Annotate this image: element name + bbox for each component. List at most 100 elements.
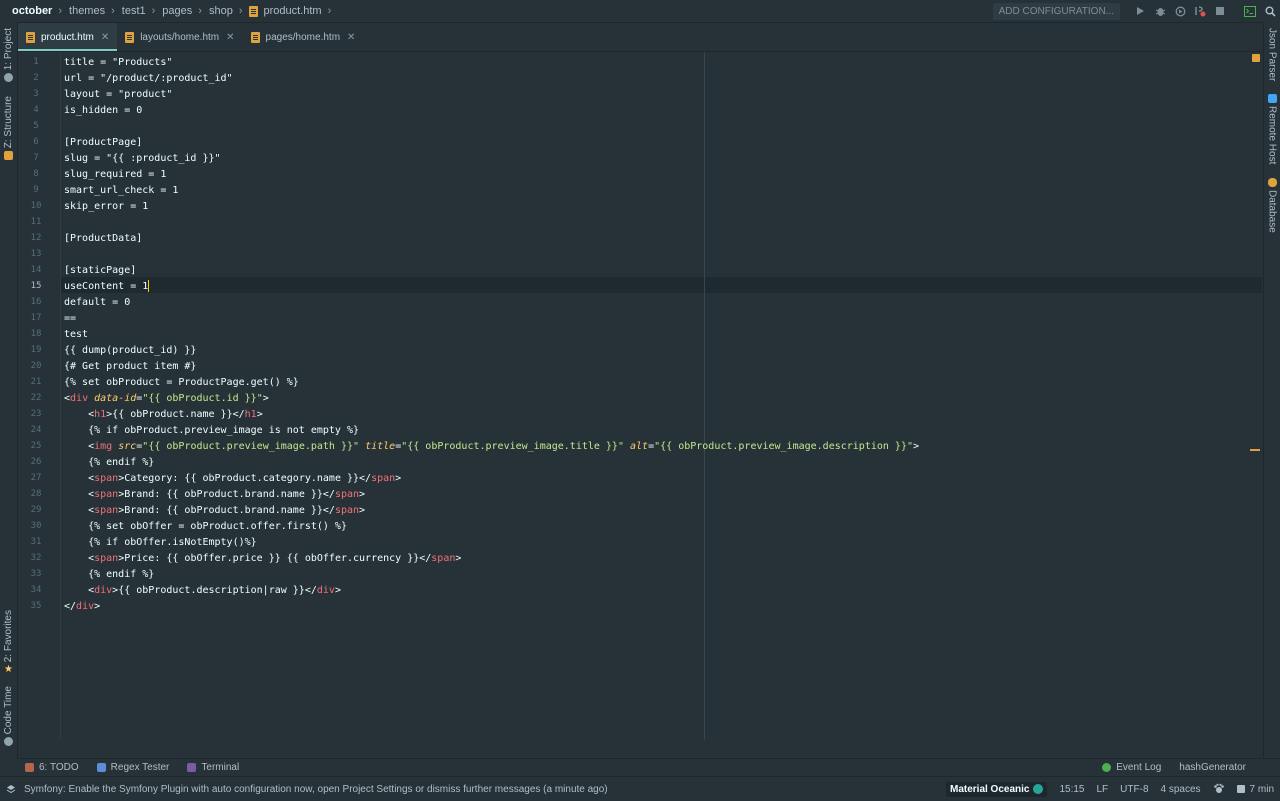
tool-tab-favorites[interactable]: 2: Favorites ★ (0, 610, 17, 675)
code-line[interactable]: 7 slug = "{{ :product_id }}" (18, 150, 1262, 166)
code-text: [staticPage] (64, 264, 137, 276)
code-line[interactable]: 33 {% endif %} (18, 566, 1262, 582)
tab-product-htm[interactable]: product.htm ✕ (18, 23, 118, 51)
code-text: slug_required = 1 (64, 168, 167, 180)
breadcrumb-item[interactable]: october (12, 5, 52, 17)
tool-tab-json-parser[interactable]: Json Parser (1264, 28, 1280, 81)
code-line[interactable]: 27 <span>Category: {{ obProduct.category… (18, 470, 1262, 486)
code-line[interactable]: 32 <span>Price: {{ obOffer.price }} {{ o… (18, 550, 1262, 566)
code-line[interactable]: 2 url = "/product/:product_id" (18, 70, 1262, 86)
line-number: 19 (30, 345, 42, 355)
line-number: 30 (30, 521, 42, 531)
project-icon (4, 73, 13, 83)
code-line[interactable]: 29 <span>Brand: {{ obProduct.brand.name … (18, 502, 1262, 518)
status-message[interactable]: Symfony: Enable the Symfony Plugin with … (6, 784, 608, 795)
tab-pages-home-htm[interactable]: pages/home.htm ✕ (243, 23, 364, 51)
line-number: 13 (30, 249, 42, 259)
stop-icon[interactable] (1212, 3, 1228, 19)
terminal-icon[interactable] (1242, 3, 1258, 19)
breadcrumb-item[interactable]: shop (209, 5, 233, 17)
tool-tab-project[interactable]: 1: Project (0, 28, 17, 83)
coverage-icon[interactable] (1172, 3, 1188, 19)
code-line[interactable]: 30 {% set obOffer = obProduct.offer.firs… (18, 518, 1262, 534)
code-line[interactable]: 15 useContent = 1 (18, 278, 1262, 294)
code-text: <span>Brand: {{ obProduct.brand.name }}<… (64, 504, 366, 516)
line-number: 25 (30, 441, 42, 451)
code-line[interactable]: 1 title = "Products" (18, 54, 1262, 70)
code-text: <span>Price: {{ obOffer.price }} {{ obOf… (64, 552, 462, 564)
close-icon[interactable]: ✕ (101, 32, 109, 43)
code-line[interactable]: 16 default = 0 (18, 294, 1262, 310)
code-line[interactable]: 31 {% if obOffer.isNotEmpty()%} (18, 534, 1262, 550)
caret-position[interactable]: 15:15 (1059, 784, 1084, 795)
code-line[interactable]: 24 {% if obProduct.preview_image is not … (18, 422, 1262, 438)
breadcrumb-item[interactable]: pages (162, 5, 192, 17)
inspector-icon[interactable] (1213, 783, 1225, 795)
indent-setting[interactable]: 4 spaces (1161, 784, 1201, 795)
theme-indicator[interactable]: Material Oceanic (945, 781, 1048, 797)
breadcrumb-item[interactable]: themes (69, 5, 105, 17)
code-line[interactable]: 17 == (18, 310, 1262, 326)
line-ending[interactable]: LF (1097, 784, 1109, 795)
breadcrumb-item-file[interactable]: product.htm (249, 5, 322, 17)
code-line[interactable]: 4 is_hidden = 0 (18, 102, 1262, 118)
code-line[interactable]: 22 <div data-id="{{ obProduct.id }}"> (18, 390, 1262, 406)
tab-layouts-home-htm[interactable]: layouts/home.htm ✕ (117, 23, 242, 51)
tool-tab-remote-host[interactable]: Remote Host (1264, 94, 1280, 164)
event-log-icon (1102, 762, 1112, 772)
code-line[interactable]: 35 </div> (18, 598, 1262, 614)
add-configuration-button[interactable]: ADD CONFIGURATION... (992, 2, 1120, 20)
close-icon[interactable]: ✕ (347, 32, 355, 43)
code-line[interactable]: 19 {{ dump(product_id) }} (18, 342, 1262, 358)
code-line[interactable]: 8 slug_required = 1 (18, 166, 1262, 182)
tool-todo[interactable]: 6: TODO (25, 762, 79, 773)
warning-marker[interactable] (1252, 54, 1260, 62)
chevron-right-icon: › (151, 5, 156, 17)
tool-tab-code-time[interactable]: Code Time (0, 686, 17, 747)
code-line[interactable]: 23 <h1>{{ obProduct.name }}</h1> (18, 406, 1262, 422)
code-line[interactable]: 5 (18, 118, 1262, 134)
html-file-icon (26, 31, 35, 43)
code-line[interactable]: 34 <div>{{ obProduct.description|raw }}<… (18, 582, 1262, 598)
code-line[interactable]: 6 [ProductPage] (18, 134, 1262, 150)
tab-label: product.htm (41, 31, 94, 43)
tool-regex-tester[interactable]: Regex Tester (96, 762, 169, 773)
code-line[interactable]: 9 smart_url_check = 1 (18, 182, 1262, 198)
warning-stripe[interactable] (1250, 449, 1260, 451)
code-line[interactable]: 28 <span>Brand: {{ obProduct.brand.name … (18, 486, 1262, 502)
todo-icon (25, 762, 34, 772)
code-text: {% if obOffer.isNotEmpty()%} (64, 536, 257, 548)
breadcrumb-item[interactable]: test1 (122, 5, 146, 17)
code-line[interactable]: 25 <img src="{{ obProduct.preview_image.… (18, 438, 1262, 454)
file-encoding[interactable]: UTF-8 (1120, 784, 1148, 795)
debug-icon[interactable] (1152, 3, 1168, 19)
code-line[interactable]: 21 {% set obProduct = ProductPage.get() %… (18, 374, 1262, 390)
profiler-icon[interactable] (1192, 3, 1208, 19)
code-line[interactable]: 20 {# Get product item #} (18, 358, 1262, 374)
code-line[interactable]: 26 {% endif %} (18, 454, 1262, 470)
code-text: {# Get product item #} (64, 360, 197, 372)
tool-event-log[interactable]: Event Log (1102, 762, 1161, 773)
code-line[interactable]: 11 (18, 214, 1262, 230)
close-icon[interactable]: ✕ (226, 32, 234, 43)
tool-hash-generator[interactable]: hashGenerator (1179, 762, 1246, 773)
tool-label: Terminal (201, 761, 240, 773)
code-time-counter[interactable]: 7 min (1236, 784, 1274, 795)
line-number: 28 (30, 489, 42, 499)
code-line[interactable]: 18 test (18, 326, 1262, 342)
run-icon[interactable] (1132, 3, 1148, 19)
remote-host-icon (1267, 94, 1277, 103)
code-line[interactable]: 14 [staticPage] (18, 262, 1262, 278)
search-icon[interactable] (1262, 3, 1278, 19)
code-line[interactable]: 10 skip_error = 1 (18, 198, 1262, 214)
line-number: 17 (30, 313, 42, 323)
code-line[interactable]: 12 [ProductData] (18, 230, 1262, 246)
tool-terminal[interactable]: Terminal (187, 762, 239, 773)
code-line[interactable]: 3 layout = "product" (18, 86, 1262, 102)
code-editor[interactable]: 1 title = "Products" 2 url = "/product/:pro… (18, 52, 1262, 740)
code-text: default = 0 (64, 296, 131, 308)
code-line[interactable]: 13 (18, 246, 1262, 262)
run-toolbar: ADD CONFIGURATION... (992, 0, 1280, 22)
tool-tab-database[interactable]: Database (1264, 178, 1280, 233)
tool-tab-structure[interactable]: Z: Structure (0, 96, 17, 161)
